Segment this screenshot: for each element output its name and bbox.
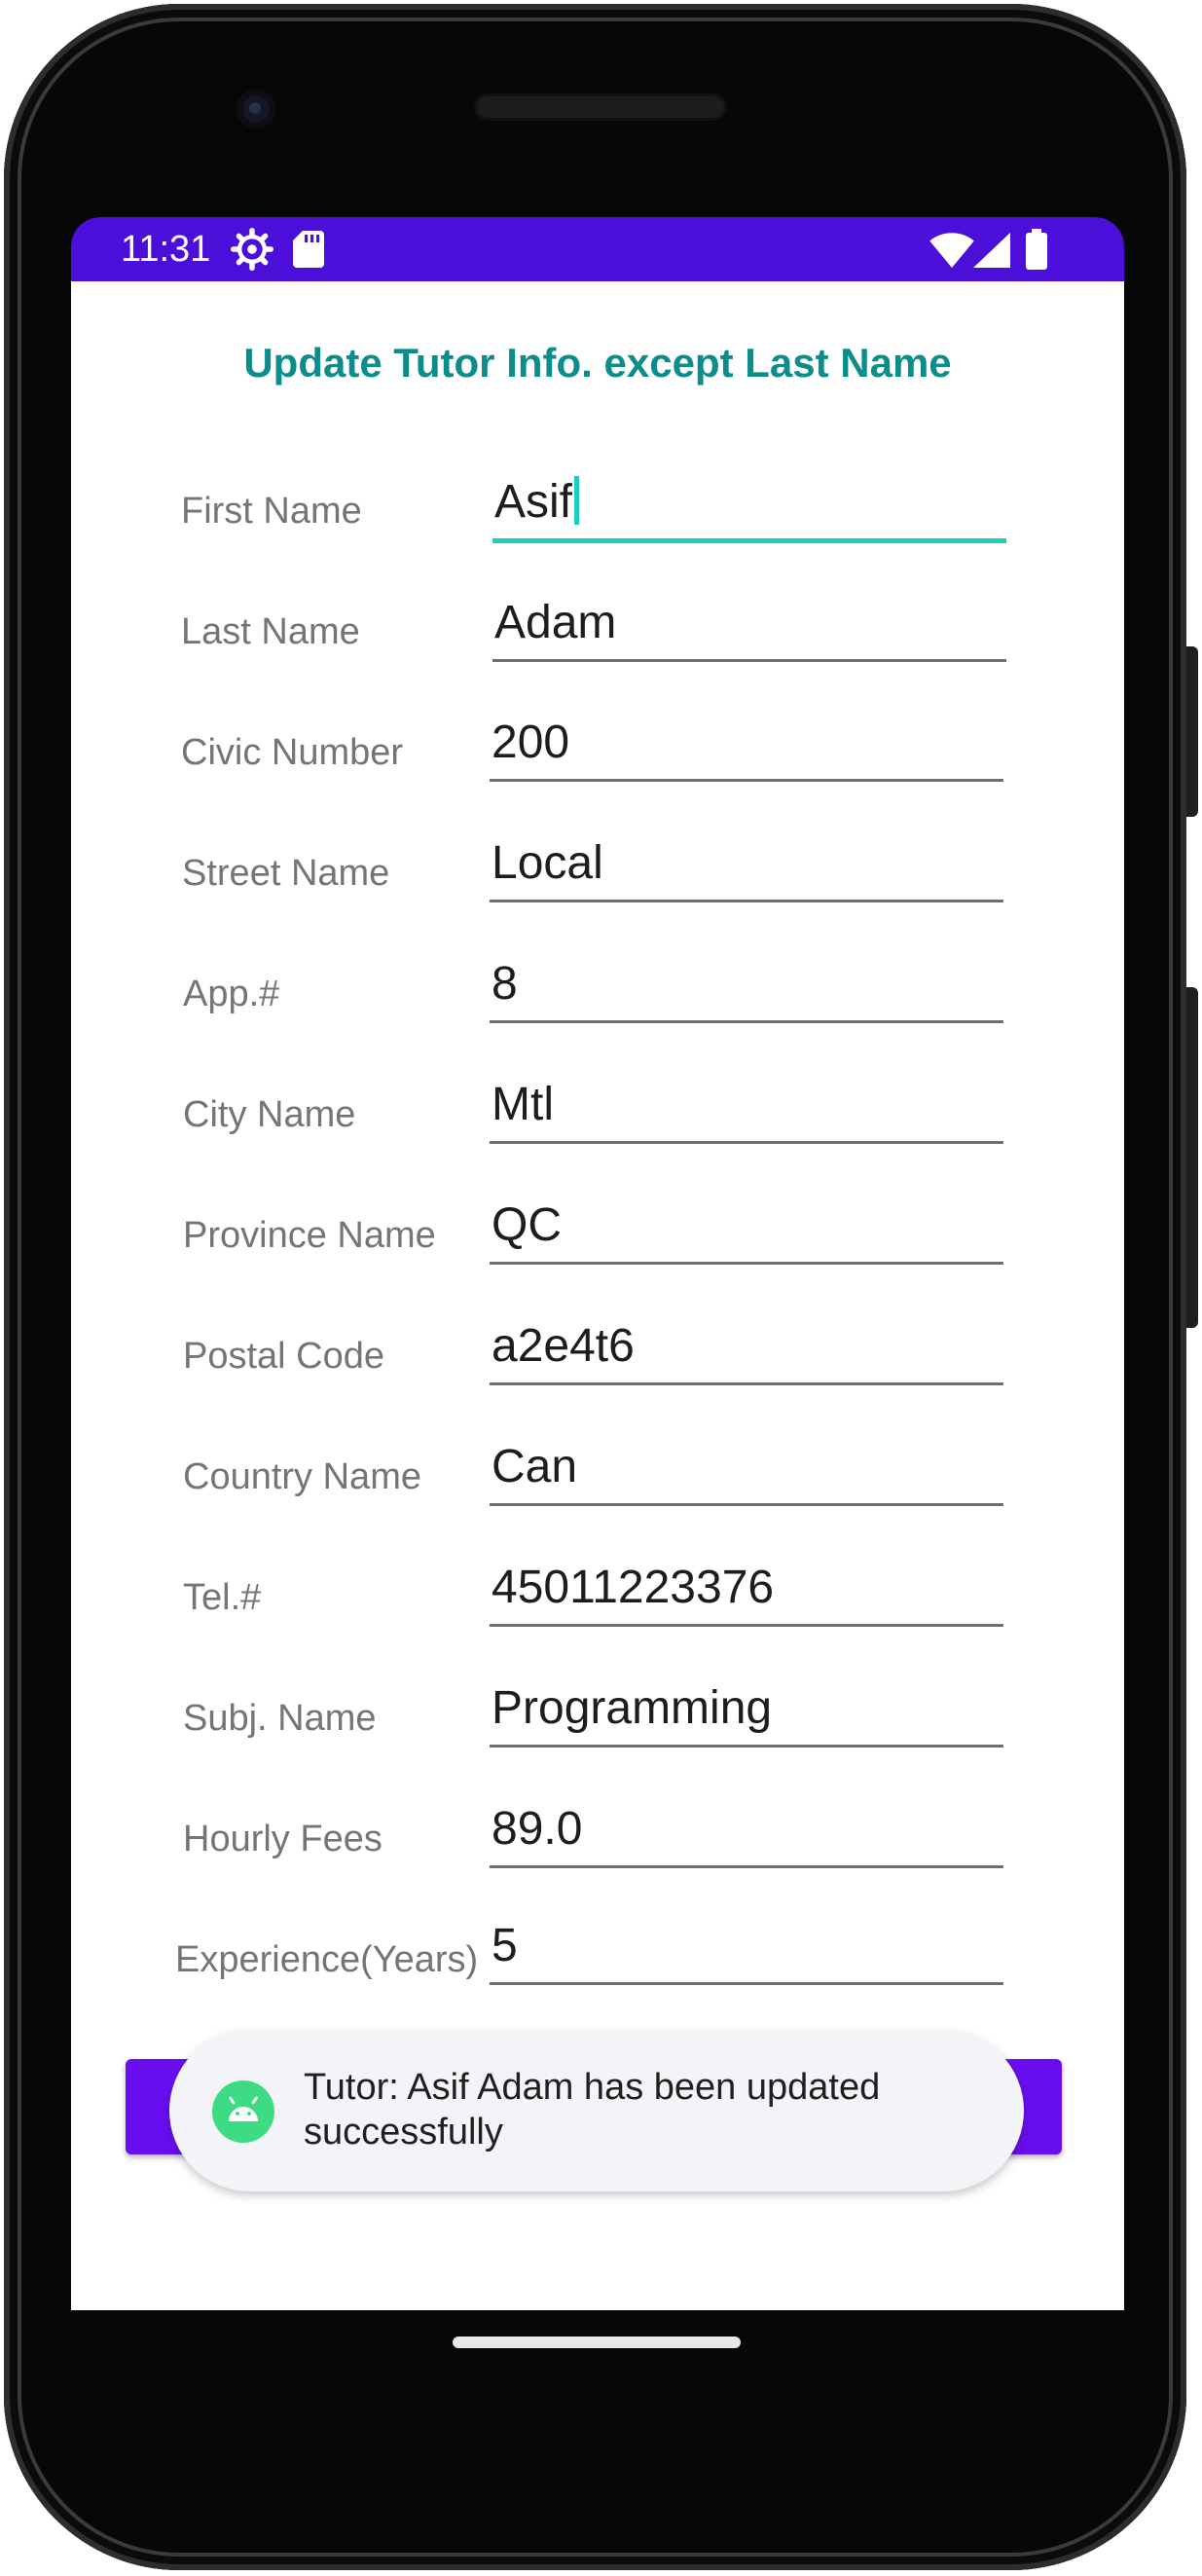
status-time: 11:31 bbox=[121, 229, 211, 270]
subject-name-label: Subj. Name bbox=[183, 1698, 377, 1739]
subject-name-value: Programming bbox=[492, 1682, 773, 1734]
settings-icon bbox=[231, 228, 273, 275]
experience-label: Experience(Years) bbox=[175, 1939, 479, 1980]
battery-icon bbox=[1026, 229, 1047, 274]
toast-message: Tutor: Asif Adam has been updated succes… bbox=[304, 2067, 881, 2153]
subject-name-field[interactable]: Programming bbox=[490, 1676, 1003, 1748]
first-name-field[interactable]: Asif bbox=[492, 470, 1006, 543]
city-name-value: Mtl bbox=[492, 1079, 554, 1130]
civic-number-label: Civic Number bbox=[181, 732, 404, 773]
experience-field[interactable]: 5 bbox=[490, 1914, 1003, 1985]
experience-value: 5 bbox=[492, 1920, 518, 1971]
signal-icon bbox=[973, 233, 1010, 272]
postal-code-label: Postal Code bbox=[183, 1336, 385, 1377]
civic-number-value: 200 bbox=[492, 717, 570, 768]
street-name-value: Local bbox=[492, 837, 603, 889]
postal-code-field[interactable]: a2e4t6 bbox=[490, 1314, 1003, 1385]
hourly-fees-value: 89.0 bbox=[492, 1803, 583, 1855]
toast-notification: Tutor: Asif Adam has been updated succes… bbox=[169, 2030, 1024, 2191]
telephone-label: Tel.# bbox=[183, 1577, 262, 1618]
telephone-field[interactable]: 45011223376 bbox=[490, 1556, 1003, 1627]
first-name-value: Asif bbox=[494, 476, 573, 528]
text-cursor bbox=[574, 476, 580, 525]
android-icon bbox=[212, 2080, 274, 2143]
home-indicator[interactable] bbox=[453, 2337, 741, 2348]
last-name-field[interactable]: Adam bbox=[492, 591, 1006, 662]
volume-button bbox=[1186, 987, 1198, 1328]
street-name-field[interactable]: Local bbox=[490, 831, 1003, 902]
province-name-field[interactable]: QC bbox=[490, 1194, 1003, 1265]
sd-card-icon bbox=[293, 231, 324, 272]
city-name-field[interactable]: Mtl bbox=[490, 1073, 1003, 1144]
phone-screen: 11:31 Update Tutor Info. except Last Nam… bbox=[71, 217, 1124, 2310]
wifi-icon bbox=[929, 233, 974, 272]
app-number-field[interactable]: 8 bbox=[490, 952, 1003, 1023]
civic-number-field[interactable]: 200 bbox=[490, 711, 1003, 782]
hourly-fees-label: Hourly Fees bbox=[183, 1819, 382, 1859]
earpiece-speaker bbox=[474, 93, 727, 121]
street-name-label: Street Name bbox=[182, 853, 390, 894]
telephone-value: 45011223376 bbox=[492, 1562, 775, 1613]
status-bar: 11:31 bbox=[71, 217, 1124, 281]
app-number-label: App.# bbox=[183, 974, 280, 1014]
app-number-value: 8 bbox=[492, 958, 518, 1010]
page-title: Update Tutor Info. except Last Name bbox=[243, 340, 952, 386]
power-button bbox=[1186, 646, 1198, 817]
hourly-fees-field[interactable]: 89.0 bbox=[490, 1797, 1003, 1868]
country-name-field[interactable]: Can bbox=[490, 1435, 1003, 1506]
last-name-label: Last Name bbox=[181, 611, 360, 652]
front-camera bbox=[237, 90, 275, 129]
country-name-label: Country Name bbox=[183, 1456, 421, 1497]
city-name-label: City Name bbox=[183, 1094, 356, 1135]
phone-frame: 11:31 Update Tutor Info. except Last Nam… bbox=[4, 4, 1198, 2570]
last-name-value: Adam bbox=[494, 597, 617, 648]
province-name-label: Province Name bbox=[183, 1215, 436, 1256]
first-name-label: First Name bbox=[181, 491, 362, 532]
province-name-value: QC bbox=[492, 1199, 562, 1251]
postal-code-value: a2e4t6 bbox=[492, 1320, 635, 1372]
update-tutor-form: Update Tutor Info. except Last Name Firs… bbox=[71, 281, 1124, 2310]
country-name-value: Can bbox=[492, 1441, 578, 1492]
